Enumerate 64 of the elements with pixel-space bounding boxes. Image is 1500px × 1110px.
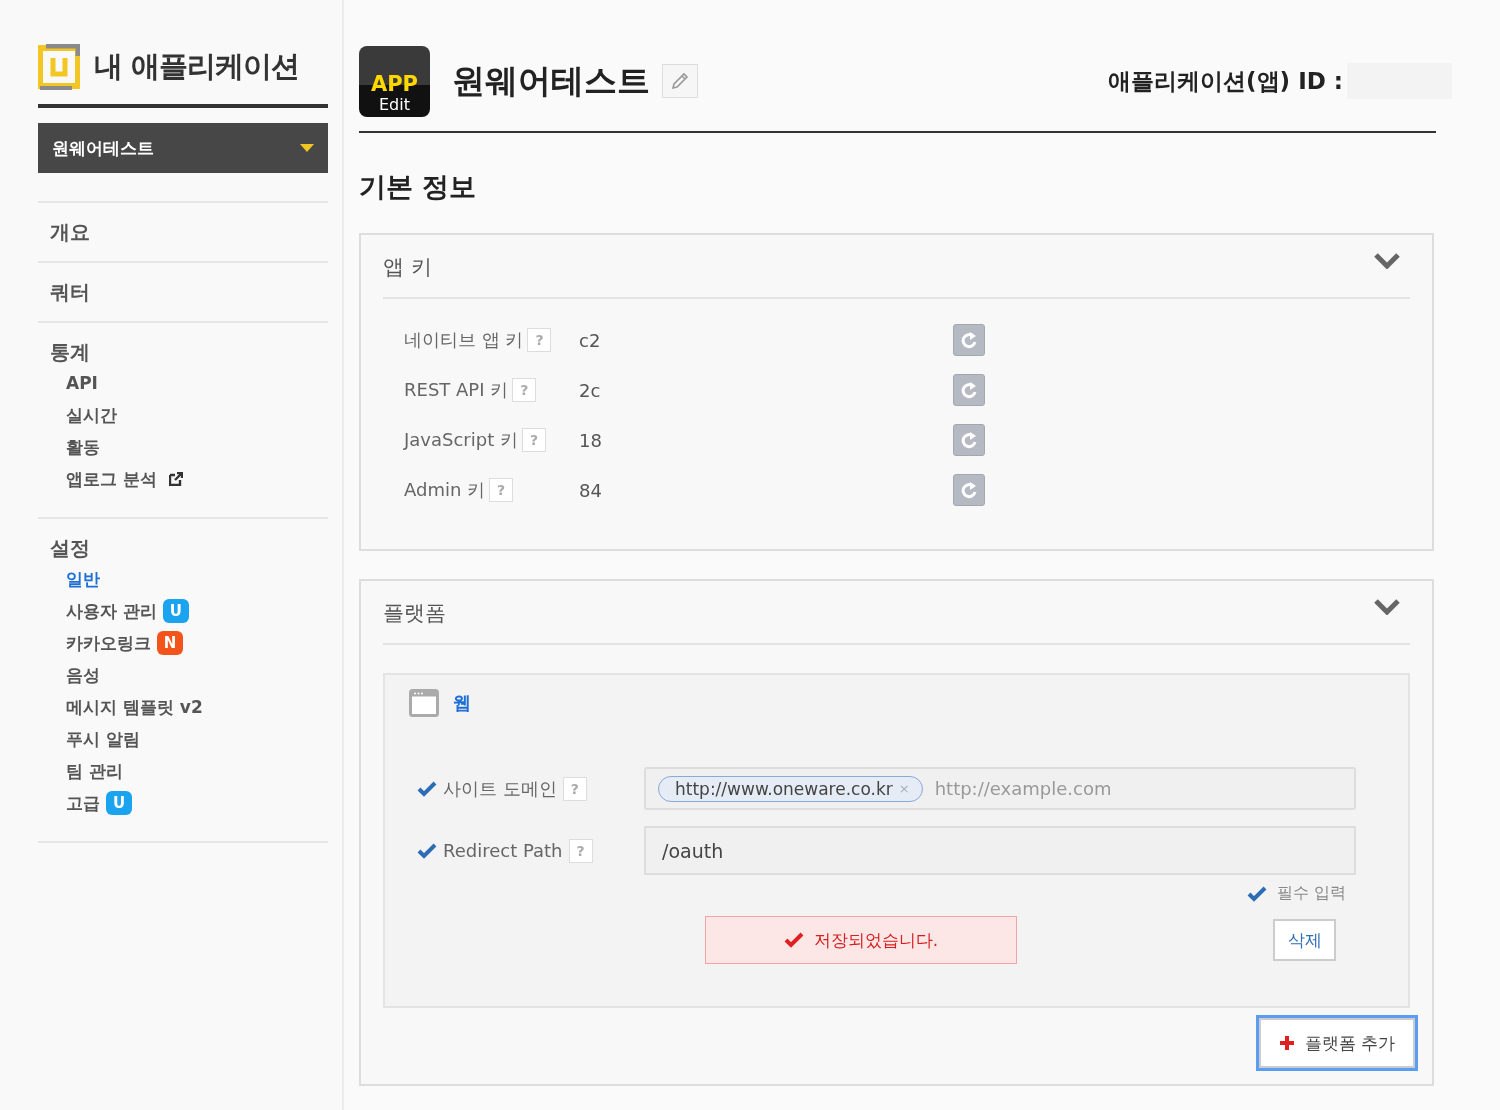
refresh-button[interactable] [953,474,985,506]
panel-title: 플랫폼 [383,600,446,627]
check-icon [783,932,804,948]
refresh-icon [961,331,977,349]
app-list-title: 내 애플리케이션 [94,48,300,85]
app-id-label: 애플리케이션(앱) ID : [1108,66,1343,96]
key-value: c2 [579,329,602,351]
refresh-icon [961,431,977,449]
badge: U [106,791,132,815]
menu-item[interactable]: 고급 [66,791,100,815]
menu-item[interactable]: 음성 [66,663,100,687]
menu-item[interactable]: 앱로그 분석 [66,467,157,491]
logo-icon [38,44,80,90]
caret-icon [300,144,314,152]
field-label: 사이트 도메인 [443,776,557,801]
browser-window-icon [409,689,439,717]
success-message: 저장되었습니다. [705,916,1017,964]
menu-item[interactable]: 카카오링크 [66,631,151,655]
menu-item[interactable]: 사용자 관리 [66,599,157,623]
menu-item[interactable]: 쿼터 [50,277,316,307]
app-select-dropdown[interactable]: 원웨어테스트 [38,123,328,173]
menu-item[interactable]: 설정 [50,533,316,563]
key-label: REST API 키 [404,378,509,402]
menu-item[interactable]: 푸시 알림 [66,727,140,751]
key-label: Admin 키 [404,478,486,502]
app-name: 원웨어테스트 [452,59,650,102]
menu-item[interactable]: 활동 [66,435,100,459]
domain-text-input[interactable]: http://example.com [932,777,1354,800]
menu-item[interactable]: API [66,373,98,393]
refresh-button[interactable] [953,324,985,356]
edit-button[interactable] [662,64,698,98]
badge: U [162,599,189,623]
refresh-button[interactable] [953,424,985,456]
badge: N [157,631,183,655]
pencil-icon [670,71,690,91]
check-icon [1246,885,1267,902]
key-label: JavaScript 키 [404,428,518,452]
key-label: 네이티브 앱 키 [404,328,524,352]
menu-item[interactable]: 통계 [50,337,316,367]
domain-tag: http://www.oneware.co.kr × [658,775,923,802]
menu-item[interactable]: 일반 [66,567,100,591]
platform-name: 웹 [453,691,471,715]
menu-item[interactable]: 팀 관리 [66,759,123,783]
key-value: 2c [579,379,602,401]
field-label: Redirect Path [443,840,563,861]
refresh-icon [961,481,977,499]
redirect-path-input-field[interactable]: /oauth [644,826,1356,875]
chevron-icon[interactable] [1374,253,1400,269]
domain-input-field[interactable]: http://www.oneware.co.kr × http://example.com [644,767,1356,810]
key-value: 18 [579,429,603,451]
panel-title: 앱 키 [383,254,432,281]
plus-icon [1278,1035,1295,1051]
chevron-icon[interactable] [1374,599,1400,615]
menu-item[interactable]: 메시지 템플릿 v2 [66,695,203,719]
required-note: 필수 입력 [1246,883,1346,904]
section-title: 기본 정보 [359,170,478,204]
refresh-icon [961,381,977,399]
menu-item[interactable]: 개요 [50,217,316,247]
refresh-button[interactable] [953,374,985,406]
app-icon[interactable]: APP Edit [359,45,430,117]
menu-item[interactable]: 실시간 [66,403,117,427]
add-platform-button[interactable]: 플랫폼 추가 [1258,1018,1415,1068]
delete-button[interactable]: 삭제 [1273,919,1336,961]
key-value: 84 [579,479,603,501]
